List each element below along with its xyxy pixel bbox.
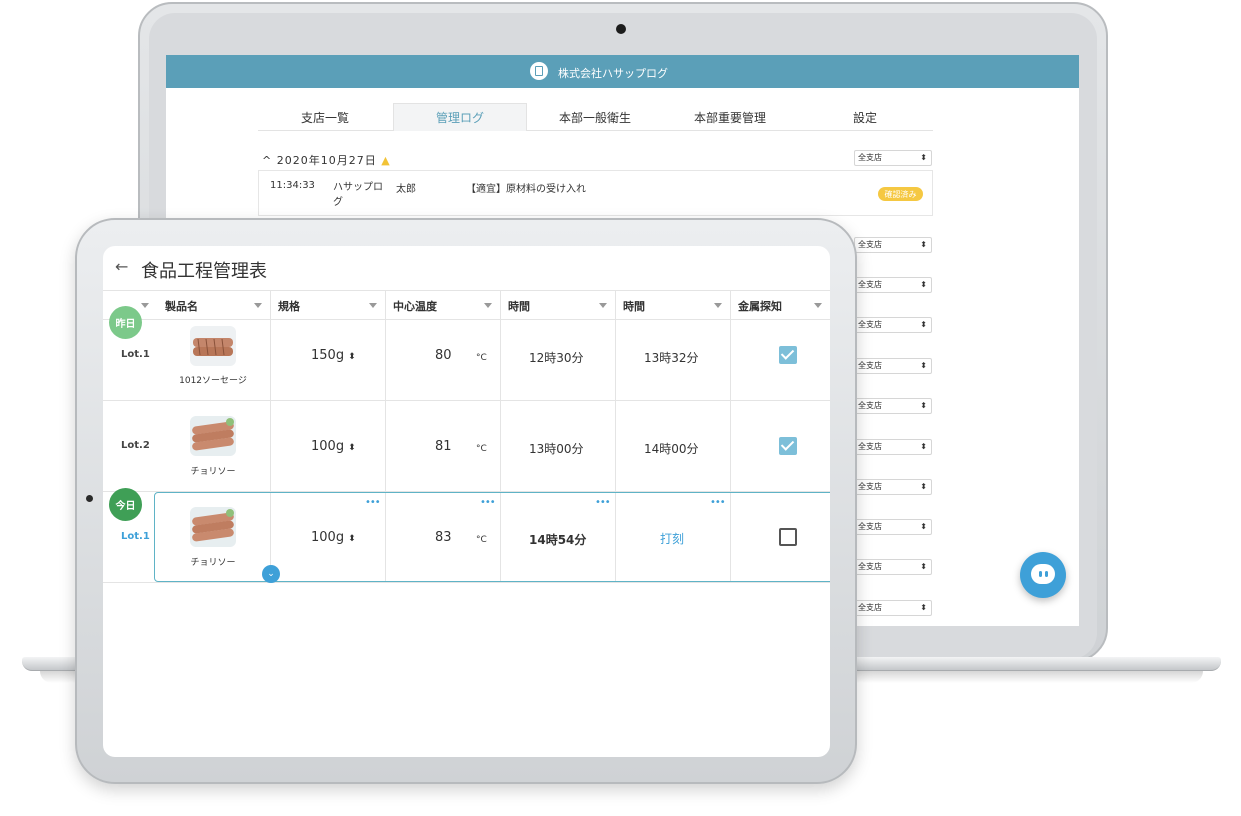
spec-select[interactable]: 150g ⬍ [311, 348, 356, 363]
select-arrows-icon: ⬍ [920, 442, 927, 451]
more-dots-icon[interactable]: ••• [365, 497, 381, 508]
sort-caret-icon [369, 303, 377, 308]
log-entry[interactable]: 11:34:33 ハサップログ 太郎 【適宜】原材料の受け入れ 確認済み [258, 170, 933, 216]
branch-select[interactable]: 全支店 ⬍ [854, 600, 932, 616]
lot-number: Lot.1 [121, 349, 150, 360]
branch-select[interactable]: 全支店 ⬍ [854, 237, 932, 253]
select-arrows-icon: ⬍ [920, 361, 927, 370]
sort-caret-icon [484, 303, 492, 308]
chat-bubble-icon [1031, 564, 1055, 584]
sort-caret-icon [714, 303, 722, 308]
product-thumbnail [190, 326, 236, 366]
back-arrow-icon[interactable]: ← [115, 257, 128, 276]
branch-select[interactable]: 全支店 ⬍ [854, 358, 932, 374]
temp-unit: °C [476, 535, 487, 545]
core-temp-value[interactable]: 81 [435, 439, 452, 454]
start-time[interactable]: 12時30分 [529, 349, 584, 366]
yesterday-badge: 昨日 [109, 306, 142, 339]
log-message: 【適宜】原材料の受け入れ [466, 184, 586, 195]
product-thumbnail [190, 507, 236, 547]
select-arrows-icon: ⬍ [920, 562, 927, 571]
page-title: 食品工程管理表 [141, 261, 267, 282]
branch-select[interactable]: 全支店 ⬍ [854, 150, 932, 166]
more-dots-icon[interactable]: ••• [595, 497, 611, 508]
log-user: ハサップログ [333, 182, 383, 208]
product-name: チョリソー [190, 467, 236, 477]
sort-caret-icon [814, 303, 822, 308]
select-arrows-icon: ⬍ [920, 603, 927, 612]
metal-detect-checkbox[interactable] [779, 528, 797, 546]
chevron-up-icon: ^ [262, 154, 273, 167]
column-header-spec[interactable]: 規格 [270, 291, 385, 321]
tab-settings[interactable]: 設定 [798, 103, 932, 131]
spinner-arrows-icon: ⬍ [348, 352, 356, 362]
product-name: 1012ソーセージ [179, 376, 247, 386]
metal-detect-checkbox[interactable] [779, 346, 797, 364]
tab-hq-hygiene[interactable]: 本部一般衛生 [528, 103, 662, 131]
start-time[interactable]: 13時00分 [529, 440, 584, 457]
date-label: 2020年10月27日 [276, 154, 377, 167]
tablet-camera [86, 495, 93, 502]
spec-select[interactable]: 100g ⬍ [311, 530, 356, 545]
laptop-camera [616, 24, 626, 34]
building-icon [530, 62, 548, 80]
lot-number: Lot.1 [121, 531, 150, 542]
company-name: 株式会社ハサップログ [558, 67, 668, 80]
select-arrows-icon: ⬍ [920, 482, 927, 491]
select-arrows-icon: ⬍ [920, 320, 927, 329]
select-arrows-icon: ⬍ [920, 401, 927, 410]
column-header-core-temp[interactable]: 中心温度 [385, 291, 500, 321]
table-header: 製品名 規格 中心温度 時間 時間 金属探知 [103, 290, 830, 320]
metal-detect-checkbox[interactable] [779, 437, 797, 455]
more-dots-icon[interactable]: ••• [710, 497, 726, 508]
column-header-end-time[interactable]: 時間 [615, 291, 730, 321]
sort-caret-icon [141, 303, 149, 308]
spinner-arrows-icon: ⬍ [348, 534, 356, 544]
select-arrows-icon: ⬍ [920, 522, 927, 531]
log-time: 11:34:33 [270, 180, 315, 191]
log-user-name: 太郎 [396, 184, 416, 195]
sort-caret-icon [599, 303, 607, 308]
branch-select[interactable]: 全支店 ⬍ [854, 398, 932, 414]
select-arrows-icon: ⬍ [920, 153, 927, 162]
branch-select[interactable]: 全支店 ⬍ [854, 277, 932, 293]
branch-select[interactable]: 全支店 ⬍ [854, 439, 932, 455]
start-time[interactable]: 14時54分 [529, 531, 586, 548]
tab-management-log[interactable]: 管理ログ [393, 103, 527, 131]
more-dots-icon[interactable]: ••• [480, 497, 496, 508]
expand-chevron-icon[interactable]: ⌄ [262, 565, 280, 583]
app-header: 株式会社ハサップログ [166, 55, 1079, 88]
temp-unit: °C [476, 444, 487, 454]
column-header-metal-detect[interactable]: 金属探知 [730, 291, 830, 321]
warning-icon: ▲ [381, 154, 391, 167]
select-arrows-icon: ⬍ [920, 280, 927, 289]
branch-select[interactable]: 全支店 ⬍ [854, 559, 932, 575]
spinner-arrows-icon: ⬍ [348, 443, 356, 453]
spec-select[interactable]: 100g ⬍ [311, 439, 356, 454]
tablet-screen: ← 食品工程管理表 製品名 規格 中心温度 時間 時間 金属探知 昨日 Lot.… [103, 246, 830, 757]
product-thumbnail [190, 416, 236, 456]
tab-branches[interactable]: 支店一覧 [258, 103, 392, 131]
chat-button[interactable] [1020, 552, 1066, 598]
product-name: チョリソー [190, 558, 236, 568]
main-tabs: 支店一覧 管理ログ 本部一般衛生 本部重要管理 設定 [258, 103, 933, 131]
temp-unit: °C [476, 353, 487, 363]
end-time[interactable]: 14時00分 [644, 440, 699, 457]
column-header-product[interactable]: 製品名 [157, 291, 270, 321]
sort-caret-icon [254, 303, 262, 308]
tab-hq-critical-control[interactable]: 本部重要管理 [663, 103, 797, 131]
status-badge: 確認済み [878, 187, 923, 201]
date-group-header[interactable]: ^ 2020年10月27日 ▲ [262, 152, 391, 168]
stamp-time-button[interactable]: 打刻 [660, 530, 684, 547]
core-temp-value[interactable]: 83 [435, 530, 452, 545]
branch-select[interactable]: 全支店 ⬍ [854, 479, 932, 495]
branch-select[interactable]: 全支店 ⬍ [854, 519, 932, 535]
today-badge: 今日 [109, 488, 142, 521]
end-time[interactable]: 13時32分 [644, 349, 699, 366]
core-temp-value[interactable]: 80 [435, 348, 452, 363]
lot-number: Lot.2 [121, 440, 150, 451]
select-arrows-icon: ⬍ [920, 240, 927, 249]
branch-select[interactable]: 全支店 ⬍ [854, 317, 932, 333]
column-header-start-time[interactable]: 時間 [500, 291, 615, 321]
